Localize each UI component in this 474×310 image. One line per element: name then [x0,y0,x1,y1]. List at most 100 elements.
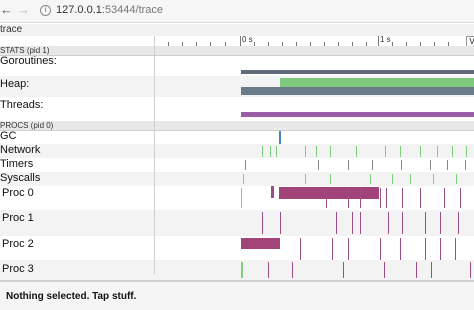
proc1-event[interactable] [280,212,281,234]
proc0-event[interactable] [420,188,421,208]
timer-event[interactable] [318,160,319,170]
trace-title: trace [0,24,23,35]
heap-label: Heap: [0,78,30,90]
network-event[interactable] [316,146,317,157]
proc0-event[interactable] [444,188,445,208]
proc0-event[interactable] [380,188,381,208]
network-event[interactable] [385,146,386,157]
label-track-divider [154,36,155,274]
proc3-event[interactable] [268,262,269,278]
network-event[interactable] [330,146,331,157]
stats-section-label: STATS (pid 1) [0,46,50,55]
proc2-event[interactable] [348,238,349,260]
proc3-event[interactable] [431,262,432,278]
goroutines-label: Goroutines: [0,55,57,67]
proc3-event[interactable] [343,262,344,278]
network-event[interactable] [270,146,271,157]
proc1-event[interactable] [425,212,426,234]
proc2-event[interactable] [332,238,333,260]
proc2-event[interactable] [455,238,456,260]
timer-event[interactable] [245,160,246,170]
threads-counter-area[interactable] [241,112,474,117]
proc1-event[interactable] [458,212,459,234]
syscall-event[interactable] [456,174,457,184]
timer-event[interactable] [465,160,466,170]
network-row[interactable]: Network [0,144,474,158]
proc1-event[interactable] [440,212,441,234]
syscall-event[interactable] [433,174,434,184]
procs-section-label: PROCS (pid 0) [0,121,54,130]
proc1-event[interactable] [388,212,389,234]
proc3-row[interactable]: Proc 3 [0,260,474,280]
timers-row[interactable]: Timers [0,158,474,172]
timers-label: Timers [0,158,34,170]
proc3-event[interactable] [292,262,293,278]
proc3-event[interactable] [241,262,243,278]
heap-allocated-area[interactable] [280,78,474,87]
heap-nextgc-area[interactable] [241,87,474,95]
network-event[interactable] [305,146,306,157]
network-event[interactable] [466,146,467,157]
network-label: Network [0,144,41,156]
syscalls-row[interactable]: Syscalls [0,172,474,186]
proc0-event[interactable] [271,186,274,198]
gc-row[interactable]: GC [0,130,474,144]
syscall-event[interactable] [243,174,244,184]
network-event[interactable] [400,146,401,157]
proc2-event[interactable] [425,238,426,260]
goroutines-counter-area[interactable] [241,70,474,74]
ruler-label-0s: 0 s [242,35,253,44]
network-event[interactable] [276,146,277,157]
proc1-event[interactable] [336,212,337,234]
status-bar: Nothing selected. Tap stuff. [0,280,474,310]
proc1-event[interactable] [352,212,353,234]
proc0-event[interactable] [386,188,387,208]
proc1-event[interactable] [402,212,403,234]
proc0-event[interactable] [326,188,327,208]
info-icon[interactable]: i [40,5,51,16]
back-arrow-icon[interactable]: ← [0,2,13,17]
network-event[interactable] [262,146,263,157]
proc3-event[interactable] [470,262,471,278]
threads-label: Threads: [0,99,44,111]
proc2-event[interactable] [440,238,441,260]
timer-event[interactable] [447,160,448,170]
ruler-label-1s: 1 s [380,35,391,44]
proc1-event[interactable] [262,212,263,234]
forward-arrow-icon[interactable]: → [17,2,30,17]
network-event[interactable] [420,146,421,157]
proc0-event[interactable] [460,188,461,208]
proc2-event[interactable] [380,238,381,260]
timer-event[interactable] [401,160,402,170]
proc0-event[interactable] [360,188,361,208]
proc3-event[interactable] [416,262,417,278]
proc1-event[interactable] [360,212,361,234]
gc-label: GC [0,130,17,142]
syscall-event[interactable] [370,174,371,184]
url-field[interactable]: 127.0.0.1:53444/trace [56,4,163,16]
proc0-event[interactable] [348,188,349,208]
proc3-event[interactable] [384,262,385,278]
browser-address-bar: ← → i 127.0.0.1:53444/trace [0,0,474,23]
syscall-event[interactable] [305,174,306,184]
proc0-goroutine-slice[interactable] [279,187,379,199]
syscall-event[interactable] [392,174,393,184]
proc1-label: Proc 1 [2,212,34,224]
proc2-row[interactable]: Proc 2 [0,236,474,260]
proc0-event[interactable] [241,188,242,208]
syscall-event[interactable] [410,174,411,184]
proc2-goroutine-slice[interactable] [241,238,280,249]
proc2-event[interactable] [400,238,401,260]
timer-event[interactable] [430,160,431,170]
proc2-event[interactable] [300,238,301,260]
timer-event[interactable] [348,160,349,170]
timer-event[interactable] [372,160,373,170]
syscall-event[interactable] [330,174,331,184]
network-event[interactable] [356,146,357,157]
trace-header: trace [0,24,474,36]
proc0-event[interactable] [402,188,403,208]
proc0-label: Proc 0 [2,187,34,199]
gc-event[interactable] [279,131,281,144]
network-event[interactable] [437,146,438,157]
network-event[interactable] [452,146,453,157]
